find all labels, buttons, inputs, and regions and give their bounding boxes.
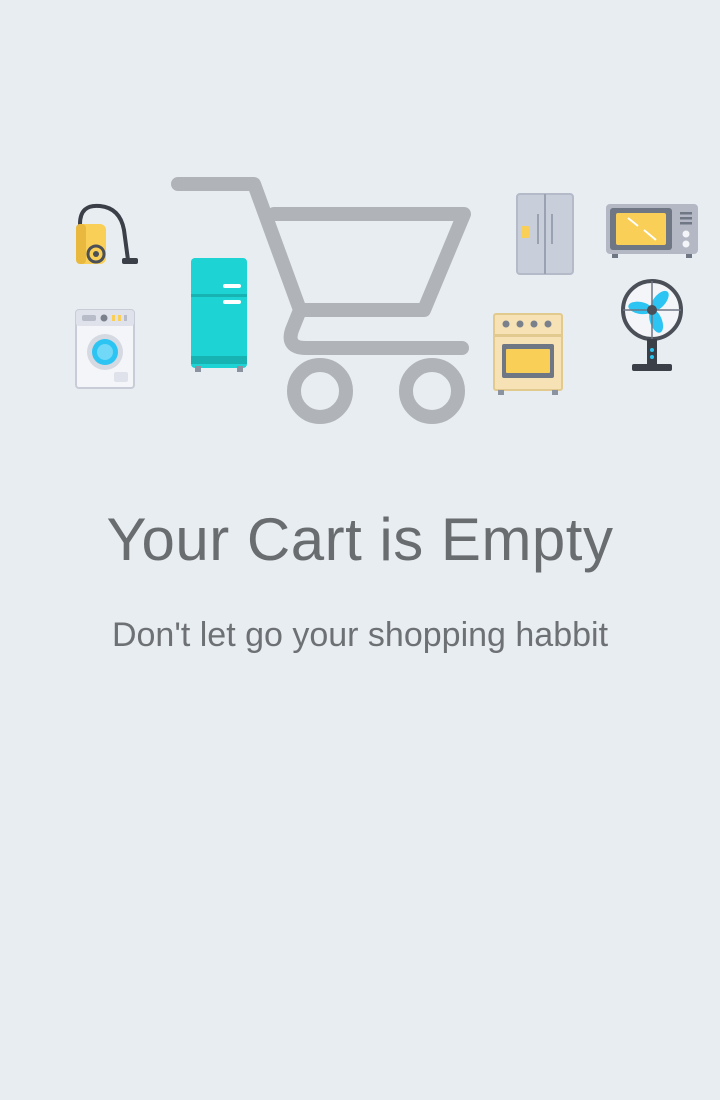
table-fan-icon — [621, 279, 683, 371]
empty-cart-subtitle: Don't let go your shopping habbit — [111, 616, 609, 654]
washing-machine-icon — [75, 309, 135, 389]
oven-stove-icon — [493, 313, 563, 395]
vacuum-cleaner-icon — [76, 203, 138, 264]
empty-cart-title: Your Cart is Empty — [106, 506, 614, 573]
double-door-fridge-icon — [516, 193, 574, 275]
microwave-icon — [606, 204, 698, 258]
fridge-icon — [191, 258, 247, 372]
empty-cart-illustration — [0, 0, 720, 460]
